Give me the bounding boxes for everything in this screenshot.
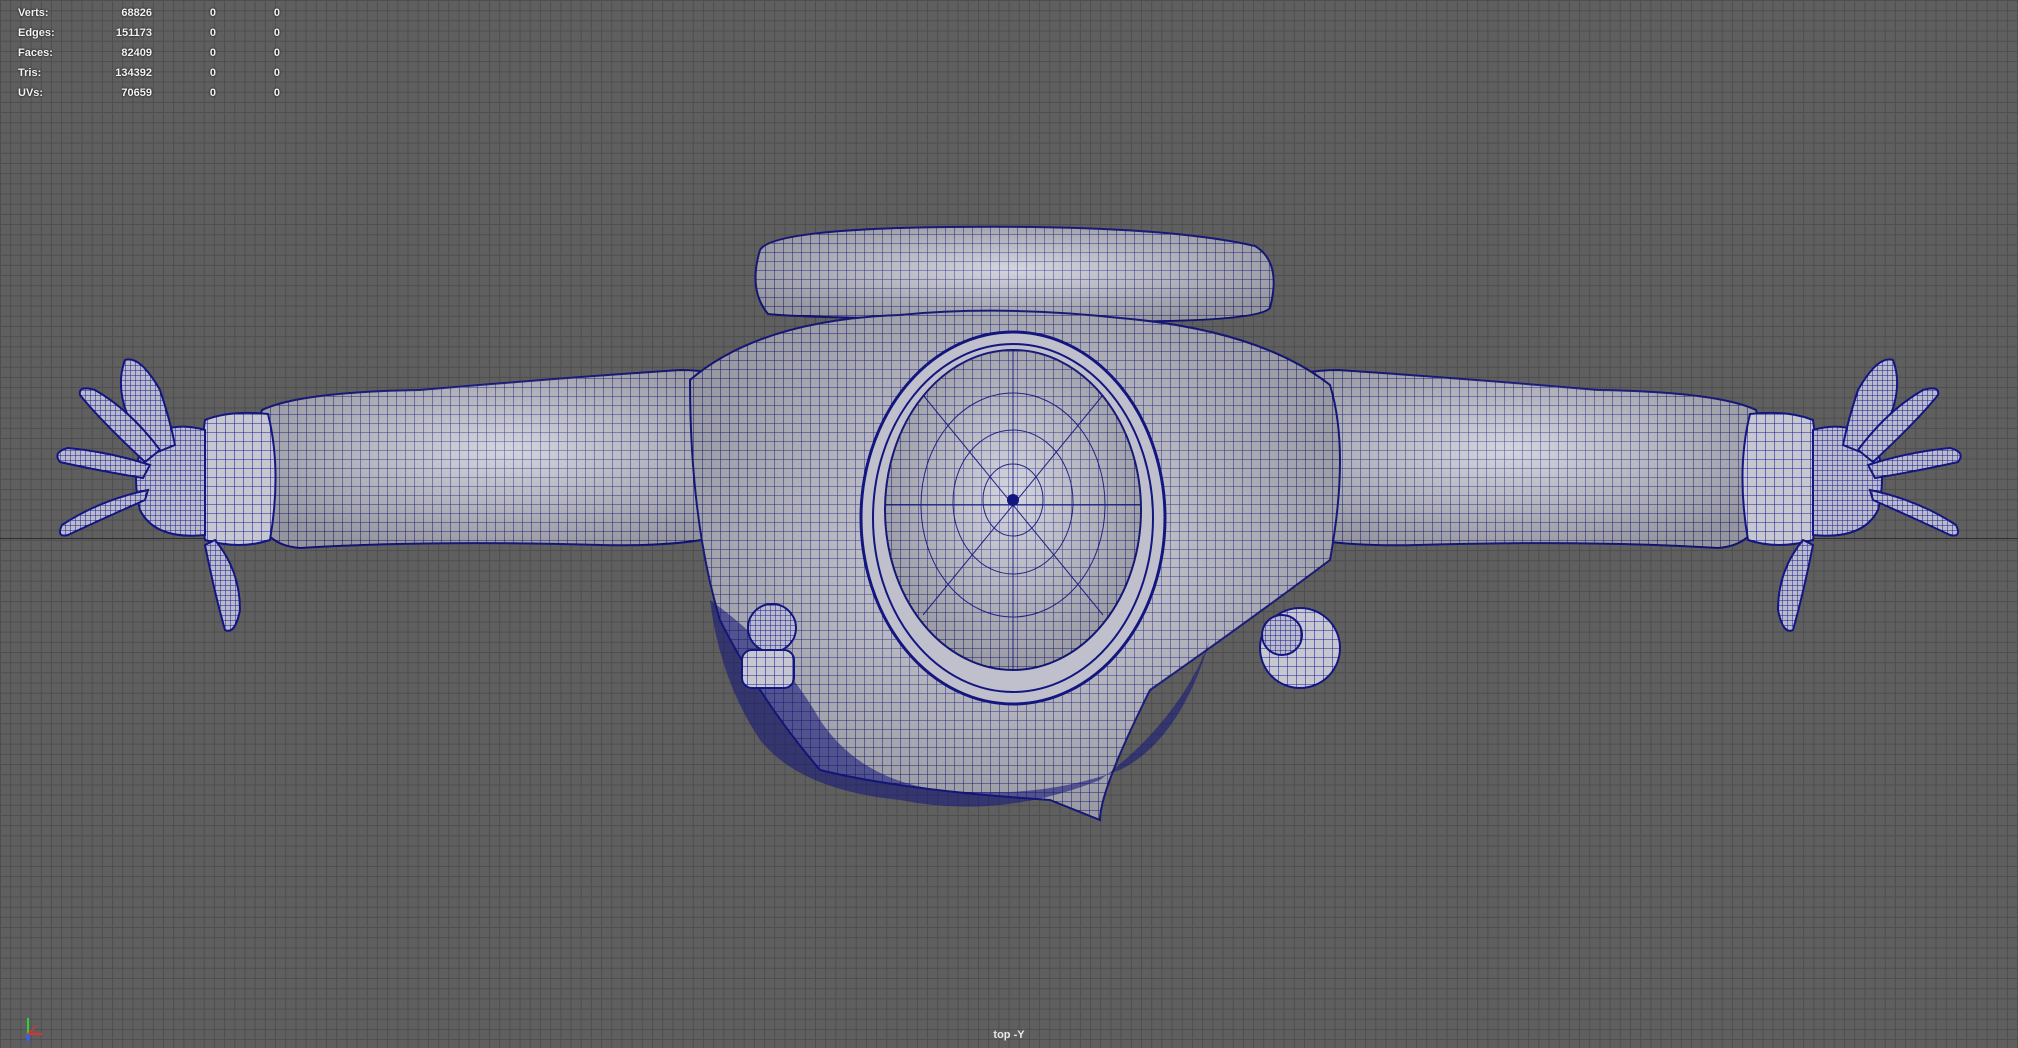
- left-arm: [56, 358, 761, 632]
- character-mesh[interactable]: [0, 0, 2018, 1048]
- camera-label: top -Y: [993, 1029, 1025, 1041]
- right-arm: [1257, 358, 1962, 632]
- helmet: [859, 330, 1167, 706]
- backpack-roll: [754, 225, 1275, 323]
- viewport-top[interactable]: Verts: 68826 0 0 Edges: 151173 0 0 Faces…: [0, 0, 2018, 1048]
- belt-pouch-right: [1259, 607, 1341, 689]
